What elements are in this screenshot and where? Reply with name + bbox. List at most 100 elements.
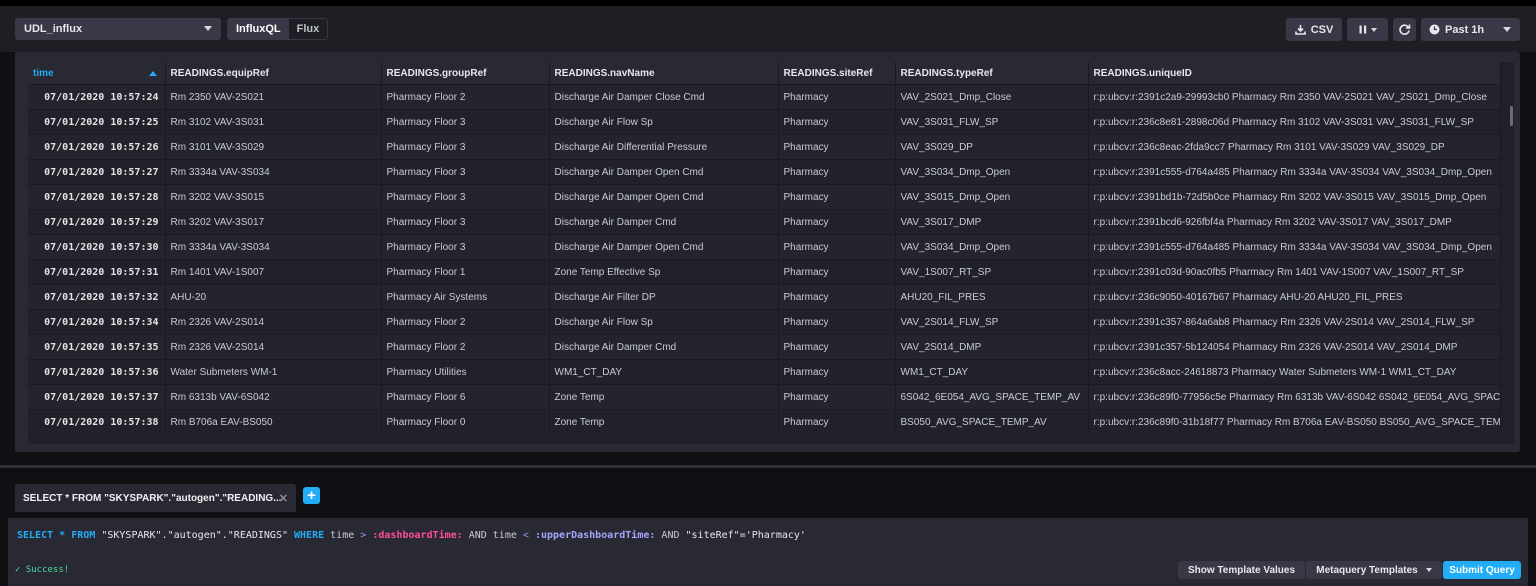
- sql-keyword: FROM: [71, 530, 96, 541]
- query-text[interactable]: SELECT * FROM "SKYSPARK"."autogen"."READ…: [17, 530, 806, 541]
- table-row: 07/01/2020 10:57:36 Water Submeters WM-1 P…: [28, 359, 1501, 385]
- csv-download-button[interactable]: CSV: [1286, 18, 1342, 41]
- table-cell: Pharmacy: [778, 184, 896, 210]
- table-cell: r:p:ubcv:r:2391c357-5b124054 Pharmacy Rm…: [1088, 334, 1501, 360]
- template-variable: :dashboardTime:: [372, 530, 463, 541]
- column-header[interactable]: READINGS.typeRef: [895, 62, 1089, 85]
- table-row: 07/01/2020 10:57:31 Rm 1401 VAV-1S007 Phar…: [28, 259, 1501, 285]
- table-cell: Discharge Air Damper Open Cmd: [549, 159, 779, 185]
- time-cell: 07/01/2020 10:57:31: [28, 259, 166, 285]
- table-cell: VAV_1S007_RT_SP: [895, 259, 1089, 285]
- chevron-down-icon: [1370, 27, 1377, 32]
- table-cell: VAV_2S021_Dmp_Close: [895, 84, 1089, 110]
- table-cell: Pharmacy Floor 2: [381, 84, 550, 110]
- table-cell: Zone Temp: [549, 384, 779, 410]
- table-cell: r:p:ubcv:r:2391c555-d764a485 Pharmacy Rm…: [1088, 159, 1501, 185]
- table-cell: Pharmacy Floor 3: [381, 109, 550, 135]
- column-header-time[interactable]: time: [28, 62, 166, 85]
- show-template-values-button[interactable]: Show Template Values: [1178, 561, 1305, 579]
- time-cell: 07/01/2020 10:57:38: [28, 409, 166, 434]
- column-header[interactable]: READINGS.equipRef: [165, 62, 382, 85]
- table-cell: Pharmacy Floor 3: [381, 209, 550, 235]
- table-body: 07/01/2020 10:57:24 Rm 2350 VAV-2S021 Phar…: [28, 84, 1501, 434]
- influxql-toggle[interactable]: InfluxQL: [228, 19, 289, 39]
- column-header[interactable]: READINGS.siteRef: [778, 62, 896, 85]
- table-cell: Pharmacy: [778, 309, 896, 335]
- table-cell: Pharmacy Floor 1: [381, 259, 550, 285]
- vertical-scrollbar[interactable]: [1510, 106, 1513, 126]
- column-header[interactable]: READINGS.groupRef: [381, 62, 550, 85]
- table-cell: Pharmacy: [778, 359, 896, 385]
- table-cell: Discharge Air Filter DP: [549, 284, 779, 310]
- time-range-label: Past 1h: [1445, 23, 1485, 36]
- table-cell: r:p:ubcv:r:2391c2a9-29993cb0 Pharmacy Rm…: [1088, 84, 1501, 110]
- table-cell: r:p:ubcv:r:236c89f0-31b18f77 Pharmacy Rm…: [1088, 409, 1501, 434]
- sql-keyword: SELECT: [17, 530, 54, 541]
- table-cell: r:p:ubcv:r:236c8e81-2898c06d Pharmacy Rm…: [1088, 109, 1501, 135]
- table-cell: Rm 3202 VAV-3S015: [165, 184, 382, 210]
- clock-icon: [1429, 24, 1440, 35]
- table-cell: r:p:ubcv:r:2391bd1b-72d5b0ce Pharmacy Rm…: [1088, 184, 1501, 210]
- time-range-select[interactable]: Past 1h: [1421, 18, 1520, 41]
- add-query-button[interactable]: +: [303, 487, 320, 504]
- table-row: 07/01/2020 10:57:27 Rm 3334a VAV-3S034 Pha…: [28, 159, 1501, 185]
- table-cell: Pharmacy Floor 2: [381, 309, 550, 335]
- table-cell: Pharmacy: [778, 409, 896, 434]
- table-cell: Discharge Air Damper Cmd: [549, 209, 779, 235]
- table-cell: Discharge Air Damper Cmd: [549, 334, 779, 360]
- results-panel: time READINGS.equipRef READINGS.groupRef…: [15, 52, 1520, 452]
- table-cell: Rm 2350 VAV-2S021: [165, 84, 382, 110]
- operator: <: [522, 530, 529, 541]
- column-header[interactable]: READINGS.uniqueID: [1088, 62, 1501, 85]
- time-cell: 07/01/2020 10:57:25: [28, 109, 166, 135]
- database-select[interactable]: UDL_influx: [15, 18, 221, 40]
- submit-query-button[interactable]: Submit Query: [1443, 561, 1521, 579]
- query-language-toggle: InfluxQL Flux: [227, 18, 329, 40]
- sql-keyword: AND: [468, 530, 487, 541]
- table-cell: Rm 6313b VAV-6S042: [165, 384, 382, 410]
- table-cell: VAV_2S014_DMP: [895, 334, 1089, 360]
- database-select-label: UDL_influx: [24, 23, 83, 35]
- refresh-icon: [1399, 24, 1411, 35]
- query-tab[interactable]: SELECT * FROM "SKYSPARK"."autogen"."READ…: [15, 484, 296, 512]
- time-cell: 07/01/2020 10:57:24: [28, 84, 166, 110]
- refresh-button[interactable]: [1393, 18, 1416, 41]
- table-cell: Pharmacy: [778, 384, 896, 410]
- table-cell: BS050_AVG_SPACE_TEMP_AV: [895, 409, 1089, 434]
- table-cell: Pharmacy: [778, 109, 896, 135]
- chevron-down-icon: [204, 26, 212, 31]
- table-cell: r:p:ubcv:r:236c9050-40167b67 Pharmacy AH…: [1088, 284, 1501, 310]
- metaquery-templates-dropdown[interactable]: Metaquery Templates: [1306, 561, 1442, 579]
- table-cell: Rm 3334a VAV-3S034: [165, 234, 382, 260]
- table-cell: Pharmacy: [778, 209, 896, 235]
- table-cell: VAV_3S034_Dmp_Open: [895, 159, 1089, 185]
- results-table: time READINGS.equipRef READINGS.groupRef…: [28, 62, 1501, 434]
- time-cell: 07/01/2020 10:57:29: [28, 209, 166, 235]
- panel-resize-divider[interactable]: [0, 465, 1536, 468]
- table-cell: VAV_2S014_FLW_SP: [895, 309, 1089, 335]
- table-row: 07/01/2020 10:57:37 Rm 6313b VAV-6S042 Pha…: [28, 384, 1501, 410]
- download-icon: [1294, 25, 1306, 35]
- table-cell: Rm 1401 VAV-1S007: [165, 259, 382, 285]
- table-cell: WM1_CT_DAY: [895, 359, 1089, 385]
- table-cell: Pharmacy Utilities: [381, 359, 550, 385]
- table-cell: Discharge Air Flow Sp: [549, 109, 779, 135]
- field-name: time: [492, 530, 517, 541]
- query-editor[interactable]: SELECT * FROM "SKYSPARK"."autogen"."READ…: [8, 518, 1528, 586]
- table-row: 07/01/2020 10:57:35 Rm 2326 VAV-2S014 Phar…: [28, 334, 1501, 360]
- table-cell: Pharmacy Floor 3: [381, 234, 550, 260]
- close-icon[interactable]: ✕: [279, 492, 288, 505]
- table-cell: Pharmacy Floor 3: [381, 184, 550, 210]
- chevron-down-icon: [1503, 27, 1511, 32]
- table-cell: Rm 3101 VAV-3S029: [165, 134, 382, 160]
- table-cell: Rm 3102 VAV-3S031: [165, 109, 382, 135]
- sort-ascending-icon: [148, 71, 157, 76]
- table-cell: r:p:ubcv:r:236c8eac-2fda9cc7 Pharmacy Rm…: [1088, 134, 1501, 160]
- column-header[interactable]: READINGS.navName: [549, 62, 779, 85]
- flux-toggle[interactable]: Flux: [288, 19, 328, 39]
- time-cell: 07/01/2020 10:57:28: [28, 184, 166, 210]
- table-cell: Zone Temp: [549, 409, 779, 434]
- auto-refresh-button[interactable]: [1347, 18, 1388, 41]
- pause-icon: [1359, 25, 1366, 34]
- results-table-container[interactable]: time READINGS.equipRef READINGS.groupRef…: [28, 62, 1514, 444]
